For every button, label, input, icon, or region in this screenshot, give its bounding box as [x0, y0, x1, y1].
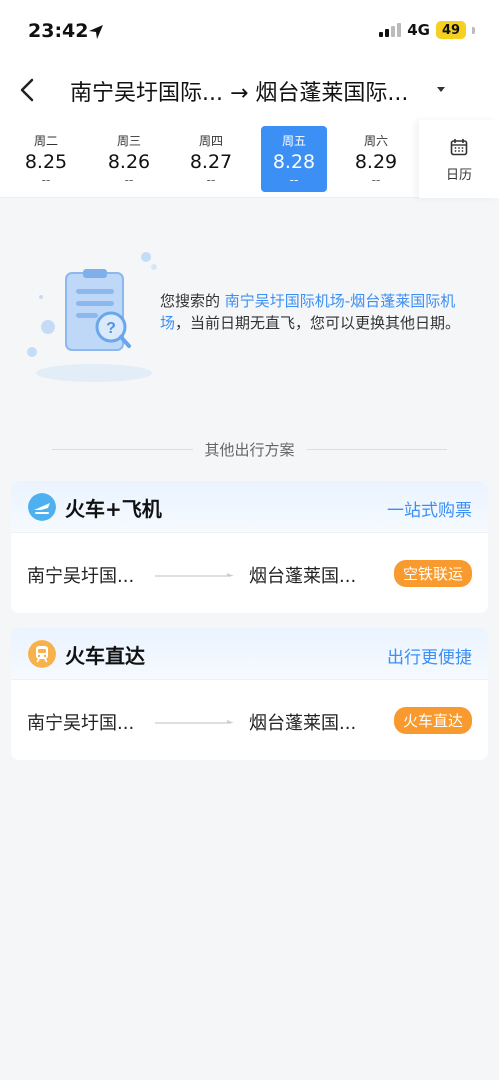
svg-text:?: ?	[106, 320, 116, 337]
train-plane-card[interactable]: 火车+飞机 一站式购票 南宁吴圩国... 烟台蓬莱国... 空铁联运	[11, 481, 488, 613]
battery-level: 49	[441, 22, 461, 38]
date-price: --	[206, 173, 216, 187]
train-plane-icon	[28, 493, 56, 521]
header: 南宁吴圩国际... → 烟台蓬莱国际...	[0, 60, 499, 120]
date-item[interactable]: 周四 8.27 --	[178, 126, 244, 192]
direct-train-badge: 火车直达	[393, 707, 472, 734]
route-arrow-icon	[155, 720, 234, 724]
caret-down-icon[interactable]	[437, 87, 445, 92]
card-header: 火车+飞机 一站式购票	[11, 481, 488, 533]
network-type: 4G	[407, 21, 430, 39]
back-button[interactable]	[12, 74, 42, 106]
date-weekday: 周四	[198, 134, 223, 148]
message-prefix: 您搜索的	[160, 292, 225, 310]
date-item-selected[interactable]: 周五 8.28 --	[261, 126, 327, 192]
chevron-left-icon	[20, 78, 34, 102]
one-stop-booking-link[interactable]: 一站式购票	[387, 496, 472, 521]
date-weekday: 周五	[281, 134, 306, 148]
air-rail-badge: 空铁联运	[393, 560, 472, 587]
route-row[interactable]: 南宁吴圩国... 烟台蓬莱国... 火车直达	[11, 680, 488, 760]
date-price: --	[124, 173, 134, 187]
date-price: --	[41, 173, 51, 187]
date-price: --	[289, 173, 299, 187]
card-title: 火车直达	[65, 644, 145, 668]
date-value: 8.28	[272, 151, 316, 173]
no-result-illustration-icon: ?	[27, 252, 157, 382]
date-weekday: 周六	[363, 134, 388, 148]
card-title: 火车+飞机	[65, 497, 162, 521]
route-arrow-icon	[155, 573, 234, 577]
departure-station: 南宁吴圩国...	[27, 566, 135, 587]
no-direct-flight-message: 您搜索的 南宁吴圩国际机场-烟台蓬莱国际机场，当前日期无直飞，您可以更换其他日期…	[160, 290, 474, 334]
arrival-station: 烟台蓬莱国...	[249, 566, 357, 587]
date-value: 8.27	[189, 151, 233, 173]
date-strip: 周二 8.25 -- 周三 8.26 -- 周四 8.27 -- 周五 8.28…	[0, 120, 499, 198]
departure-station: 南宁吴圩国...	[27, 713, 135, 734]
train-icon	[28, 640, 56, 668]
date-weekday: 周二	[33, 134, 58, 148]
date-weekday: 周三	[116, 134, 141, 148]
date-item[interactable]: 周三 8.26 --	[96, 126, 162, 192]
location-arrow-icon	[89, 25, 103, 39]
date-value: 8.26	[107, 151, 151, 173]
card-header: 火车直达 出行更便捷	[11, 628, 488, 680]
more-convenient-link[interactable]: 出行更便捷	[387, 643, 472, 668]
battery-icon: 49	[436, 21, 466, 39]
calendar-label: 日历	[445, 168, 472, 183]
date-item[interactable]: 周六 8.29 --	[343, 126, 409, 192]
calendar-icon	[450, 139, 468, 156]
battery-tip	[472, 26, 475, 34]
calendar-button[interactable]: 日历	[419, 120, 499, 198]
direct-train-card[interactable]: 火车直达 出行更便捷 南宁吴圩国... 烟台蓬莱国... 火车直达	[11, 628, 488, 760]
date-item[interactable]: 周二 8.25 --	[13, 126, 79, 192]
date-value: 8.25	[24, 151, 68, 173]
other-options-divider: 其他出行方案	[52, 438, 448, 460]
other-options-title: 其他出行方案	[204, 440, 295, 459]
status-bar: 23:42 4G 49	[0, 0, 499, 60]
route-row[interactable]: 南宁吴圩国... 烟台蓬莱国... 空铁联运	[11, 533, 488, 613]
message-suffix: ，当前日期无直飞，您可以更换其他日期。	[175, 314, 461, 332]
signal-icon	[379, 23, 402, 37]
arrival-station: 烟台蓬莱国...	[249, 713, 357, 734]
date-value: 8.29	[354, 151, 398, 173]
date-price: --	[371, 173, 381, 187]
status-time: 23:42	[28, 20, 89, 42]
route-title[interactable]: 南宁吴圩国际... → 烟台蓬莱国际...	[70, 75, 408, 107]
